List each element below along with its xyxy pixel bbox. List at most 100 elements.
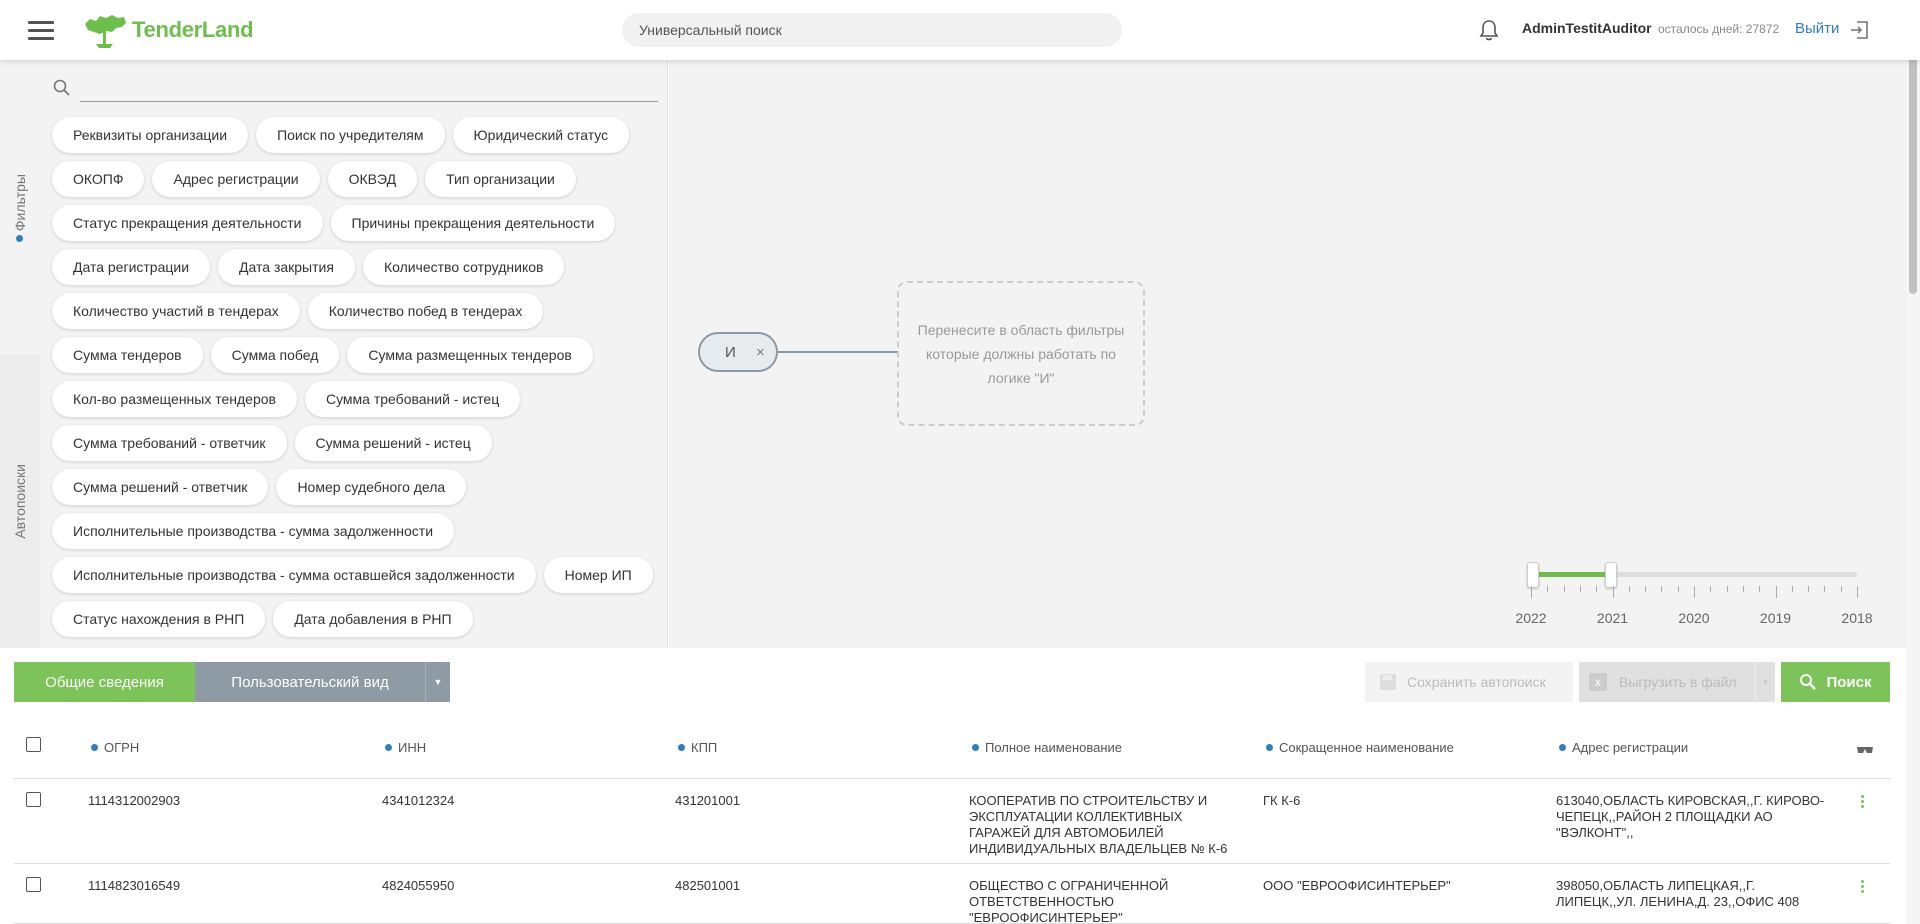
cell-address: 398050,ОБЛАСТЬ ЛИПЕЦКАЯ,,Г. ЛИПЕЦК,,УЛ. … bbox=[1556, 878, 1800, 909]
table-row[interactable]: 1114312002903 4341012324 431201001 КООПЕ… bbox=[14, 779, 1890, 864]
col-full-name[interactable]: Полное наименование bbox=[972, 740, 1122, 755]
slider-tick bbox=[1694, 586, 1695, 598]
filter-chip[interactable]: Номер ИП bbox=[543, 557, 653, 593]
filter-chip[interactable]: Сумма побед bbox=[210, 337, 340, 373]
filter-chip[interactable]: Сумма тендеров bbox=[52, 337, 203, 373]
filter-chip[interactable]: Исполнительные производства - сумма задо… bbox=[52, 513, 455, 549]
filter-chip[interactable]: Сумма размещенных тендеров bbox=[347, 337, 593, 373]
year-slider[interactable]: 2022 2021 2020 2019 2018 bbox=[1515, 562, 1873, 632]
slider-tick bbox=[1612, 586, 1614, 598]
top-header: TenderLand AdminTestitAuditor осталось д… bbox=[0, 0, 1920, 60]
menu-icon[interactable] bbox=[28, 21, 54, 41]
filter-chip[interactable]: Дата регистрации bbox=[52, 249, 211, 285]
col-ogrn[interactable]: ОГРН bbox=[91, 740, 139, 755]
cell-short-name: ГК К-6 bbox=[1263, 793, 1301, 808]
cell-ogrn: 1114312002903 bbox=[88, 793, 181, 808]
general-info-button[interactable]: Общие сведения bbox=[14, 662, 195, 702]
year-tick-label: 2021 bbox=[1596, 610, 1629, 626]
filter-chip[interactable]: Тип организации bbox=[425, 161, 576, 197]
search-icon bbox=[53, 79, 70, 96]
row-checkbox[interactable] bbox=[26, 792, 41, 807]
filter-chip[interactable]: Адрес регистрации bbox=[152, 161, 320, 197]
logout-icon[interactable] bbox=[1848, 19, 1870, 41]
filter-chip[interactable]: Сумма требований - ответчик bbox=[52, 425, 287, 461]
filter-chip[interactable]: ОКОПФ bbox=[52, 161, 145, 197]
filter-chip[interactable]: Количество участий в тендерах bbox=[52, 293, 300, 329]
filter-search-input[interactable] bbox=[80, 72, 658, 102]
slider-tick bbox=[1791, 586, 1793, 592]
tab-autosearches[interactable]: Автопоиски bbox=[0, 355, 40, 648]
filter-chip[interactable]: Дата закрытия bbox=[218, 249, 355, 285]
save-autosearch-button: Сохранить автопоиск bbox=[1365, 662, 1573, 702]
filter-chips: Реквизиты организации Поиск по учредителя… bbox=[52, 117, 662, 637]
row-menu-icon[interactable] bbox=[1861, 795, 1865, 808]
filter-drop-zone[interactable]: Перенесите в область фильтры которые дол… bbox=[897, 281, 1145, 426]
filter-chip[interactable]: Статус прекращения деятельности bbox=[52, 205, 323, 241]
slider-tick bbox=[1628, 586, 1630, 592]
username[interactable]: AdminTestitAuditor bbox=[1522, 20, 1652, 36]
close-icon[interactable]: × bbox=[756, 344, 765, 361]
slider-tick bbox=[1596, 586, 1598, 592]
slider-tick bbox=[1742, 586, 1744, 592]
universal-search-input[interactable] bbox=[622, 13, 1122, 47]
days-left: осталось дней: 27872 bbox=[1658, 22, 1780, 36]
filter-chip[interactable]: Исполнительные производства - сумма оста… bbox=[52, 557, 536, 593]
filter-chip[interactable]: Номер судебного дела bbox=[276, 469, 467, 505]
cell-ogrn: 1114823016549 bbox=[88, 878, 181, 893]
logic-canvas: И × Перенесите в область фильтры которые… bbox=[669, 60, 1909, 648]
custom-view-button[interactable]: Пользовательский вид bbox=[195, 662, 425, 702]
export-chevron-down-icon: ▼ bbox=[1755, 662, 1775, 702]
logo[interactable]: TenderLand bbox=[82, 10, 254, 50]
page-scrollbar[interactable] bbox=[1906, 0, 1920, 924]
filter-chip[interactable]: ОКВЭД bbox=[327, 161, 418, 197]
connector-line bbox=[778, 351, 899, 353]
slider-tick bbox=[1775, 586, 1777, 598]
slider-tick bbox=[1645, 586, 1647, 592]
filter-chip[interactable]: Сумма решений - истец bbox=[294, 425, 492, 461]
filter-panel: Реквизиты организации Поиск по учредителя… bbox=[40, 60, 668, 648]
filter-chip[interactable]: Кол-во размещенных тендеров bbox=[52, 381, 297, 417]
filter-chip[interactable]: Поиск по учредителям bbox=[256, 117, 445, 153]
select-all-checkbox[interactable] bbox=[26, 737, 41, 752]
filter-chip[interactable]: Статус нахождения в РНП bbox=[52, 601, 266, 637]
chevron-down-icon[interactable]: ▼ bbox=[425, 662, 450, 702]
slider-tick bbox=[1808, 586, 1810, 592]
export-file-label: Выгрузить в файл bbox=[1619, 674, 1737, 690]
search-button[interactable]: Поиск bbox=[1781, 662, 1890, 702]
filter-chip[interactable]: Реквизиты организации bbox=[52, 117, 249, 153]
column-visibility-icon[interactable] bbox=[1856, 744, 1874, 756]
slider-range-fill bbox=[1531, 572, 1611, 577]
slider-handle-end[interactable] bbox=[1605, 562, 1617, 588]
table-row[interactable]: 1114823016549 4824055950 482501001 ОБЩЕС… bbox=[14, 864, 1890, 924]
cell-full-name: КООПЕРАТИВ ПО СТРОИТЕЛЬСТВУ И ЭКСПЛУАТАЦ… bbox=[969, 793, 1228, 856]
bell-icon[interactable] bbox=[1478, 18, 1500, 42]
logic-and-node[interactable]: И × bbox=[698, 332, 778, 372]
filter-chip[interactable]: Дата добавления в РНП bbox=[273, 601, 473, 637]
slider-tick bbox=[1840, 586, 1842, 592]
col-kpp[interactable]: КПП bbox=[678, 740, 717, 755]
col-address[interactable]: Адрес регистрации bbox=[1559, 740, 1688, 755]
cell-full-name: ОБЩЕСТВО С ОГРАНИЧЕННОЙ ОТВЕТСТВЕННОСТЬЮ… bbox=[969, 878, 1169, 924]
slider-handle-start[interactable] bbox=[1527, 562, 1539, 588]
col-short-name[interactable]: Сокращенное наименование bbox=[1266, 740, 1454, 755]
slider-tick bbox=[1563, 586, 1565, 592]
results-toolbar: Общие сведения Пользовательский вид ▼ Со… bbox=[0, 648, 1906, 718]
tab-filters[interactable]: Фильтры bbox=[0, 60, 40, 355]
filter-chip[interactable]: Количество сотрудников bbox=[362, 249, 565, 285]
row-checkbox[interactable] bbox=[26, 877, 41, 892]
logout-link[interactable]: Выйти bbox=[1795, 20, 1839, 37]
slider-tick bbox=[1677, 586, 1679, 592]
col-inn[interactable]: ИНН bbox=[385, 740, 426, 755]
row-menu-icon[interactable] bbox=[1861, 880, 1865, 893]
save-icon bbox=[1380, 674, 1396, 690]
slider-tick bbox=[1824, 586, 1826, 592]
active-dot bbox=[16, 234, 24, 242]
filter-chip[interactable]: Сумма решений - ответчик bbox=[52, 469, 269, 505]
filter-chip[interactable]: Юридический статус bbox=[452, 117, 630, 153]
filter-chip[interactable]: Количество побед в тендерах bbox=[307, 293, 544, 329]
results-table: ОГРН ИНН КПП Полное наименование Сокраще… bbox=[14, 720, 1890, 924]
year-tick-label: 2022 bbox=[1515, 610, 1547, 626]
filter-chip[interactable]: Причины прекращения деятельности bbox=[330, 205, 616, 241]
year-tick-label: 2020 bbox=[1678, 610, 1710, 626]
filter-chip[interactable]: Сумма требований - истец bbox=[304, 381, 521, 417]
